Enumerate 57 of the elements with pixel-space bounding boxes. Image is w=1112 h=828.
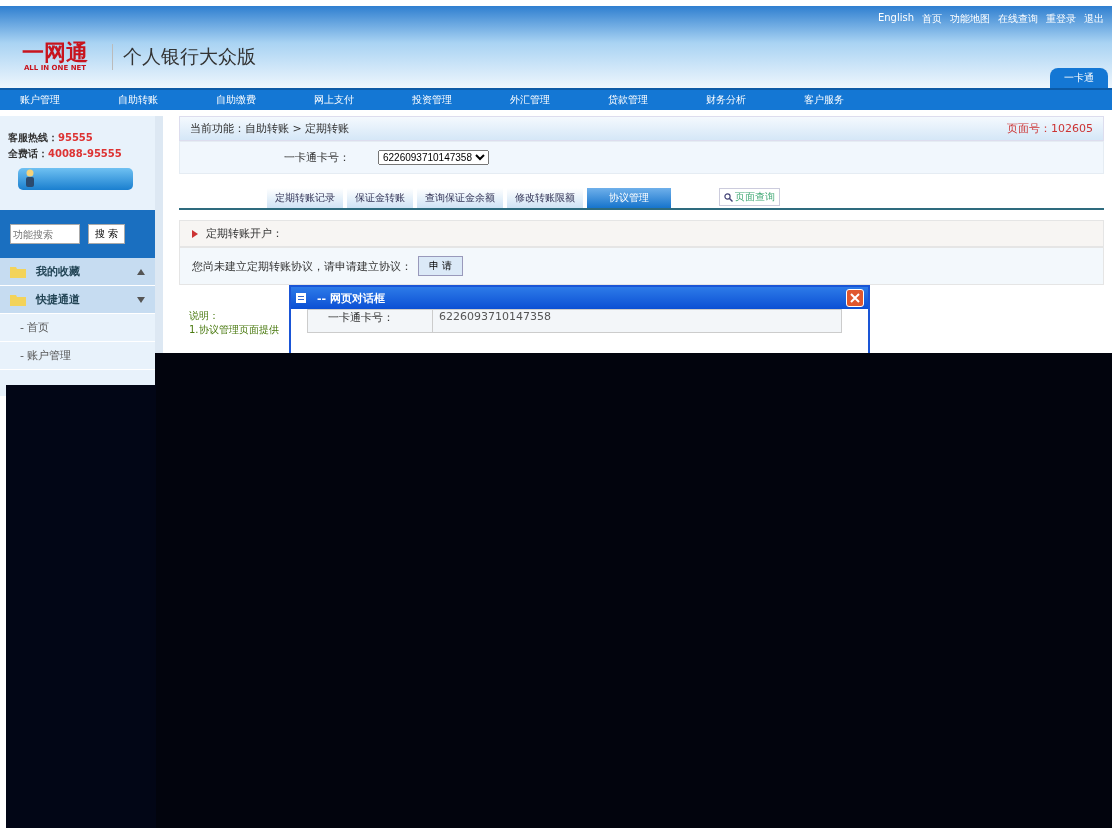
card-number-label: 一卡通卡号：	[283, 150, 350, 165]
section-label: 快捷通道	[36, 292, 81, 307]
sidebar-section[interactable]: 快捷通道	[0, 286, 155, 314]
nav-item[interactable]: 财务分析	[706, 93, 804, 107]
page-icon	[295, 292, 307, 304]
folder-icon	[10, 265, 26, 278]
top-link[interactable]: 在线查询	[998, 12, 1038, 26]
note-title: 说明：	[189, 309, 219, 323]
top-link[interactable]: English	[877, 12, 914, 26]
close-icon	[850, 293, 860, 303]
card-tab[interactable]: 一卡通	[1050, 68, 1108, 88]
search-button[interactable]: 搜 索	[88, 224, 125, 244]
apply-button[interactable]: 申 请	[418, 256, 463, 276]
tab[interactable]: 修改转账限额	[507, 188, 583, 208]
tab[interactable]: 定期转账记录	[267, 188, 343, 208]
folder-icon	[10, 293, 26, 306]
nav-item[interactable]: 自助转账	[118, 93, 216, 107]
sidebar-section[interactable]: 我的收藏	[0, 258, 155, 286]
dialog-title: -- 网页对话框	[317, 290, 386, 306]
breadcrumb: 当前功能：自助转账 > 定期转账	[190, 121, 350, 136]
dialog-field-value: 6226093710147358	[438, 310, 551, 323]
logo-text: 一网通	[22, 42, 88, 64]
nav-item[interactable]: 客户服务	[804, 93, 902, 107]
page-number: 页面号：102605	[1007, 121, 1093, 136]
card-number-select[interactable]: 6226093710147358	[378, 150, 489, 165]
tab[interactable]: 保证金转账	[347, 188, 413, 208]
nav-item[interactable]: 外汇管理	[510, 93, 608, 107]
sidebar-item[interactable]: - 账户管理	[0, 342, 155, 370]
tab[interactable]: 查询保证金余额	[417, 188, 503, 208]
section-label: 我的收藏	[36, 264, 81, 279]
site-title: 个人银行大众版	[112, 44, 256, 70]
hotline-label: 客服热线：	[8, 132, 58, 143]
nav-item[interactable]: 投资管理	[412, 93, 510, 107]
search-icon	[724, 192, 733, 202]
page-search-link[interactable]: 页面查询	[719, 188, 780, 206]
tab[interactable]: 协议管理	[587, 188, 671, 208]
nav-item[interactable]: 网上支付	[314, 93, 412, 107]
nav-item[interactable]: 贷款管理	[608, 93, 706, 107]
top-link[interactable]: 功能地图	[950, 12, 990, 26]
person-icon	[24, 169, 36, 187]
section-title: 定期转账开户：	[206, 226, 283, 241]
top-link[interactable]: 首页	[922, 12, 942, 26]
top-link[interactable]: 重登录	[1046, 12, 1076, 26]
version-switch-button[interactable]	[18, 168, 133, 190]
sidebar-item[interactable]: - 首页	[0, 314, 155, 342]
dialog-field-label: 一卡通卡号：	[308, 310, 433, 332]
apply-text: 您尚未建立定期转账协议，请申请建立协议：	[192, 258, 412, 274]
nav-item[interactable]: 自助缴费	[216, 93, 314, 107]
triangle-icon	[192, 229, 198, 238]
hotline-number: 95555	[58, 132, 93, 143]
phone-label: 全费话：	[8, 148, 48, 159]
search-field[interactable]: 功能搜索	[10, 224, 80, 244]
top-link[interactable]: 退出	[1084, 12, 1104, 26]
phone-number: 40088-95555	[48, 148, 122, 159]
close-button[interactable]	[846, 289, 864, 307]
note-text: 1.协议管理页面提供	[189, 323, 279, 337]
nav-item[interactable]: 账户管理	[20, 93, 118, 107]
